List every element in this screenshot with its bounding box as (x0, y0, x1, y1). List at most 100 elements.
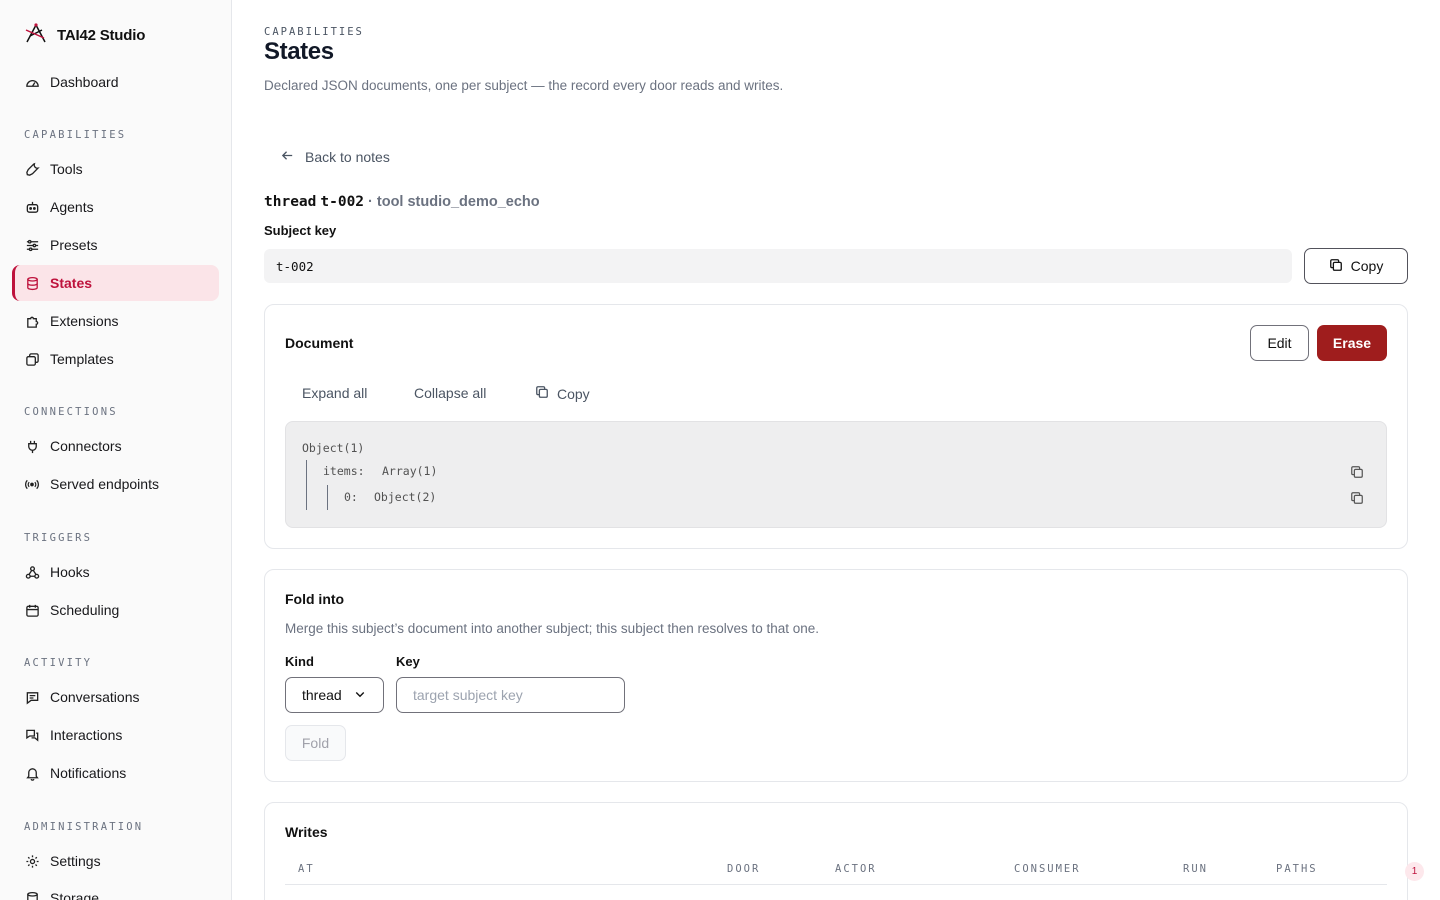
sidebar-item-label: Extensions (50, 313, 119, 329)
sidebar-item-label: Interactions (50, 727, 123, 743)
fold-button[interactable]: Fold (285, 725, 346, 761)
sidebar-item-conversations[interactable]: Conversations (12, 679, 219, 715)
document-card: Document Edit Erase Expand all Collapse … (264, 304, 1408, 549)
sidebar-item-extensions[interactable]: Extensions (12, 303, 219, 339)
section-label-activity: ACTIVITY (24, 657, 93, 669)
messages-icon (24, 727, 40, 743)
notification-badge[interactable]: 1 (1405, 862, 1424, 881)
arrow-left-icon (280, 148, 295, 166)
sidebar-item-presets[interactable]: Presets (12, 227, 219, 263)
sidebar-item-served-endpoints[interactable]: Served endpoints (12, 466, 219, 502)
sidebar-item-label: Templates (50, 351, 114, 367)
sidebar-item-scheduling[interactable]: Scheduling (12, 592, 219, 628)
sidebar-item-label: Storage (50, 890, 100, 900)
fold-kind-select[interactable]: thread (285, 677, 384, 713)
copy-node-icon[interactable] (1350, 465, 1364, 479)
copy-key-button[interactable]: Copy (1304, 248, 1408, 284)
bell-icon (24, 765, 40, 781)
edit-button[interactable]: Edit (1250, 325, 1309, 361)
sidebar-item-interactions[interactable]: Interactions (12, 717, 219, 753)
expand-all-button[interactable]: Expand all (302, 385, 367, 401)
webhook-icon (24, 564, 40, 580)
subject-tool: tool studio_demo_echo (376, 194, 540, 210)
calendar-icon (24, 602, 40, 618)
copy-key-label: Copy (1350, 258, 1384, 274)
fold-key-input[interactable] (396, 677, 625, 713)
sidebar-item-label: Served endpoints (50, 476, 159, 492)
copy-document-label: Copy (557, 385, 590, 402)
json-root[interactable]: Object(1) (302, 441, 364, 455)
database-icon (24, 275, 40, 291)
column-header-paths[interactable]: PATHS (1276, 863, 1318, 875)
section-label-capabilities: CAPABILITIES (24, 129, 127, 141)
section-label-triggers: TRIGGERS (24, 532, 93, 544)
sidebar-item-label: Notifications (50, 765, 127, 781)
wrench-icon (24, 161, 40, 177)
copy-document-button[interactable]: Copy (535, 385, 590, 402)
sidebar-item-settings[interactable]: Settings (12, 843, 219, 879)
gauge-icon (24, 74, 40, 90)
fold-hint: Merge this subject’s document into anoth… (285, 621, 820, 636)
sliders-icon (24, 237, 40, 253)
sidebar-item-tools[interactable]: Tools (12, 151, 219, 187)
sidebar-item-agents[interactable]: Agents (12, 189, 219, 225)
sidebar-item-dashboard[interactable]: Dashboard (12, 64, 219, 100)
sidebar-item-connectors[interactable]: Connectors (12, 428, 219, 464)
json-value-items[interactable]: Array(1) (382, 464, 437, 478)
collapse-all-button[interactable]: Collapse all (414, 385, 486, 401)
edit-button-label: Edit (1267, 335, 1292, 351)
section-label-administration: ADMINISTRATION (24, 821, 144, 833)
document-title: Document (285, 335, 354, 351)
puzzle-icon (24, 313, 40, 329)
subject-kind: thread (264, 194, 317, 210)
sidebar-item-notifications[interactable]: Notifications (12, 755, 219, 791)
column-header-actor[interactable]: ACTOR (835, 863, 877, 875)
back-link[interactable]: Back to notes (280, 148, 390, 166)
json-viewer: Object(1) items: Array(1) 0: Object(2) (285, 421, 1387, 528)
erase-button[interactable]: Erase (1317, 325, 1387, 361)
subject-key-field[interactable]: t-002 (264, 249, 1292, 283)
page-description: Declared JSON documents, one per subject… (264, 78, 784, 93)
fold-kind-label: Kind (285, 654, 314, 669)
sidebar-item-templates[interactable]: Templates (12, 341, 219, 377)
sidebar-item-label: Connectors (50, 438, 122, 454)
subject-key-value: t-002 (276, 258, 314, 274)
sidebar-item-label: Scheduling (50, 602, 120, 618)
sidebar-item-label: Tools (50, 161, 83, 177)
column-header-door[interactable]: DOOR (727, 863, 760, 875)
column-header-consumer[interactable]: CONSUMER (1014, 863, 1081, 875)
fold-key-label: Key (396, 654, 420, 669)
json-value-index[interactable]: Object(2) (374, 490, 436, 504)
subject-heading: thread t-002 · tool studio_demo_echo (264, 194, 540, 210)
erase-button-label: Erase (1332, 335, 1372, 351)
copy-node-icon[interactable] (1350, 491, 1364, 505)
sidebar-item-label: Presets (50, 237, 98, 253)
copy-icon (1329, 258, 1343, 275)
table-header-divider (285, 884, 1387, 885)
sidebar-item-label: Hooks (50, 564, 90, 580)
subject-key-label: Subject key (264, 223, 337, 238)
expand-all-label: Expand all (302, 385, 368, 401)
sidebar-item-label: States (50, 275, 93, 291)
gear-icon (24, 853, 40, 869)
brand[interactable]: TAI42 Studio (24, 22, 145, 48)
broadcast-icon (24, 476, 40, 492)
column-header-run[interactable]: RUN (1183, 863, 1208, 875)
json-key-index[interactable]: 0: (344, 490, 358, 504)
subject-key: t-002 (320, 194, 365, 210)
sidebar-item-label: Dashboard (50, 74, 119, 90)
fold-card: Fold into Merge this subject’s document … (264, 569, 1408, 782)
column-header-at[interactable]: AT (298, 863, 315, 875)
sidebar-item-states[interactable]: States (12, 265, 219, 301)
plug-icon (24, 438, 40, 454)
logo-icon (24, 21, 48, 50)
sidebar-item-hooks[interactable]: Hooks (12, 554, 219, 590)
page-title: States (264, 38, 334, 65)
sidebar-item-storage[interactable]: Storage (12, 880, 219, 900)
sidebar-item-label: Settings (50, 853, 101, 869)
json-key-items[interactable]: items: (323, 464, 365, 478)
json-indent-guide (327, 485, 328, 510)
sidebar: TAI42 Studio Dashboard CAPABILITIES Tool… (0, 0, 232, 900)
app-name: TAI42 Studio (57, 26, 146, 44)
back-link-label: Back to notes (305, 149, 390, 165)
